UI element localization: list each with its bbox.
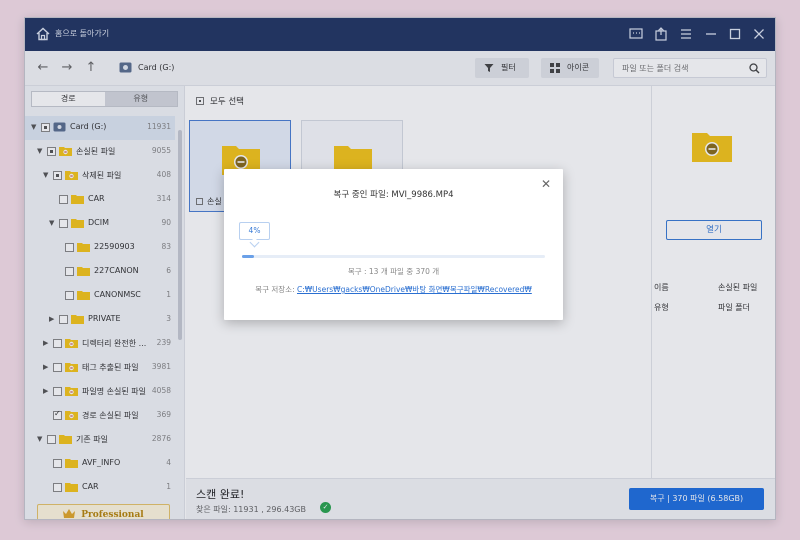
save-location: 복구 저장소: C:₩Users₩gacks₩OneDrive₩바탕 화면₩복구… xyxy=(224,284,563,295)
save-location-link[interactable]: C:₩Users₩gacks₩OneDrive₩바탕 화면₩복구파일₩Recov… xyxy=(297,285,532,294)
recovery-progress-dialog: 복구 중인 파일: MVI_9986.MP4 ✕ 4% 복구 : 13 개 파일… xyxy=(224,169,563,320)
progress-fill xyxy=(242,255,255,258)
progress-track xyxy=(242,255,545,258)
close-icon[interactable]: ✕ xyxy=(539,177,553,191)
recovery-count: 복구 : 13 개 파일 중 370 개 xyxy=(347,267,440,276)
dialog-title: 복구 중인 파일: MVI_9986.MP4 xyxy=(333,190,454,200)
progress-percent-tooltip: 4% xyxy=(239,222,270,240)
save-location-label: 복구 저장소: xyxy=(255,285,295,294)
